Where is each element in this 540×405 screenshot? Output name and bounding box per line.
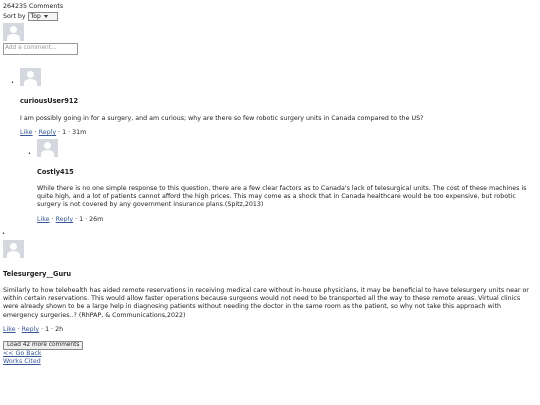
comment-time: 31m	[72, 129, 87, 136]
reply-link[interactable]: Reply	[56, 216, 73, 223]
like-count: 1	[62, 129, 67, 136]
comment-text: While there is no one simple response to…	[37, 185, 527, 209]
comment-actions: Like · Reply · 1 · 31m	[20, 129, 86, 137]
like-link[interactable]: Like	[20, 129, 33, 136]
go-back-link[interactable]: << Go Back	[3, 350, 42, 358]
reply-link[interactable]: Reply	[39, 129, 56, 136]
separator: ·	[51, 216, 54, 223]
list-bullet: •	[28, 151, 31, 157]
comment-time: 2h	[55, 326, 64, 333]
reply-link[interactable]: Reply	[22, 326, 39, 333]
list-bullet: •	[11, 80, 14, 86]
like-link[interactable]: Like	[37, 216, 50, 223]
like-count: 1	[45, 326, 50, 333]
separator: ·	[75, 216, 78, 223]
sort-label: Sort by	[3, 13, 26, 20]
avatar-icon	[37, 139, 58, 157]
separator: ·	[17, 326, 20, 333]
comment-actions: Like · Reply · 1 · 2h	[3, 326, 63, 334]
avatar-icon	[20, 68, 41, 86]
comment-author[interactable]: curiousUser912	[20, 97, 78, 106]
sort-select[interactable]: Top	[27, 12, 58, 21]
list-bullet: •	[2, 231, 5, 237]
separator: ·	[41, 326, 44, 333]
comment-text: Similarly to how telehealth has aided re…	[3, 287, 529, 319]
current-user-avatar-icon	[3, 23, 24, 41]
comment-text: I am possibly going in for a surgery, an…	[20, 115, 424, 122]
comment-author[interactable]: Telesurgery__Guru	[3, 270, 71, 279]
separator: ·	[34, 129, 37, 136]
comment-input[interactable]: Add a comment...	[3, 43, 78, 55]
separator: ·	[85, 216, 88, 223]
comment-actions: Like · Reply · 1 · 26m	[37, 216, 103, 224]
comment-time: 26m	[89, 216, 104, 223]
sort-value: Top	[30, 13, 41, 20]
separator: ·	[68, 129, 71, 136]
like-link[interactable]: Like	[3, 326, 16, 333]
sort-row: Sort by Top	[3, 12, 58, 21]
works-cited-link[interactable]: Works Cited	[3, 358, 41, 366]
separator: ·	[58, 129, 61, 136]
separator: ·	[51, 326, 54, 333]
load-more-button[interactable]: Load 42 more comments	[3, 341, 84, 350]
avatar-icon	[3, 240, 24, 258]
comment-author[interactable]: Costly415	[37, 168, 74, 177]
comment-count: 264235 Comments	[3, 3, 64, 10]
like-count: 1	[79, 216, 84, 223]
